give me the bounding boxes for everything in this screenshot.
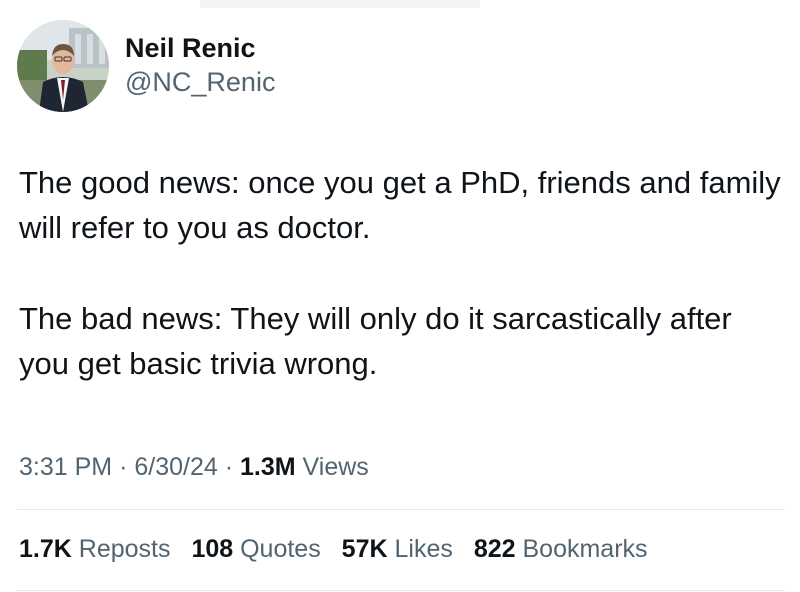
tweet-header: Neil Renic @NC_Renic [17,20,275,112]
reposts-stat[interactable]: 1.7K Reposts [19,535,177,563]
quotes-label: Quotes [240,535,321,563]
tweet-paragraph: The bad news: They will only do it sarca… [19,301,732,381]
quotes-count: 108 [191,535,234,563]
tweet-time[interactable]: 3:31 PM [19,453,112,481]
divider [17,590,785,591]
meta-separator: · [224,453,234,481]
views-label: Views [302,453,369,481]
likes-label: Likes [394,535,453,563]
author-handle[interactable]: @NC_Renic [125,65,275,99]
views-count: 1.3M [240,453,296,481]
tweet-date[interactable]: 6/30/24 [134,453,217,481]
tweet-meta: 3:31 PM · 6/30/24 · 1.3M Views [19,450,369,484]
reposts-label: Reposts [78,535,171,563]
bookmarks-label: Bookmarks [522,535,648,563]
divider [17,509,785,510]
meta-separator: · [119,453,128,481]
author-names: Neil Renic @NC_Renic [125,31,275,99]
avatar-image [17,20,109,112]
quotes-stat[interactable]: 108 Quotes [191,535,327,563]
avatar[interactable] [17,20,109,112]
tweet-stats: 1.7K Reposts 108 Quotes 57K Likes 822 Bo… [19,532,662,566]
bookmarks-count: 822 [473,535,516,563]
bookmarks-stat[interactable]: 822 Bookmarks [474,535,648,563]
tweet-paragraph: The good news: once you get a PhD, frien… [19,165,781,245]
tweet-text: The good news: once you get a PhD, frien… [19,160,789,386]
tweet-card: Neil Renic @NC_Renic The good news: once… [0,0,800,592]
author-display-name[interactable]: Neil Renic [125,31,275,65]
reposts-count: 1.7K [19,535,72,563]
likes-count: 57K [341,535,388,563]
likes-stat[interactable]: 57K Likes [342,535,460,563]
